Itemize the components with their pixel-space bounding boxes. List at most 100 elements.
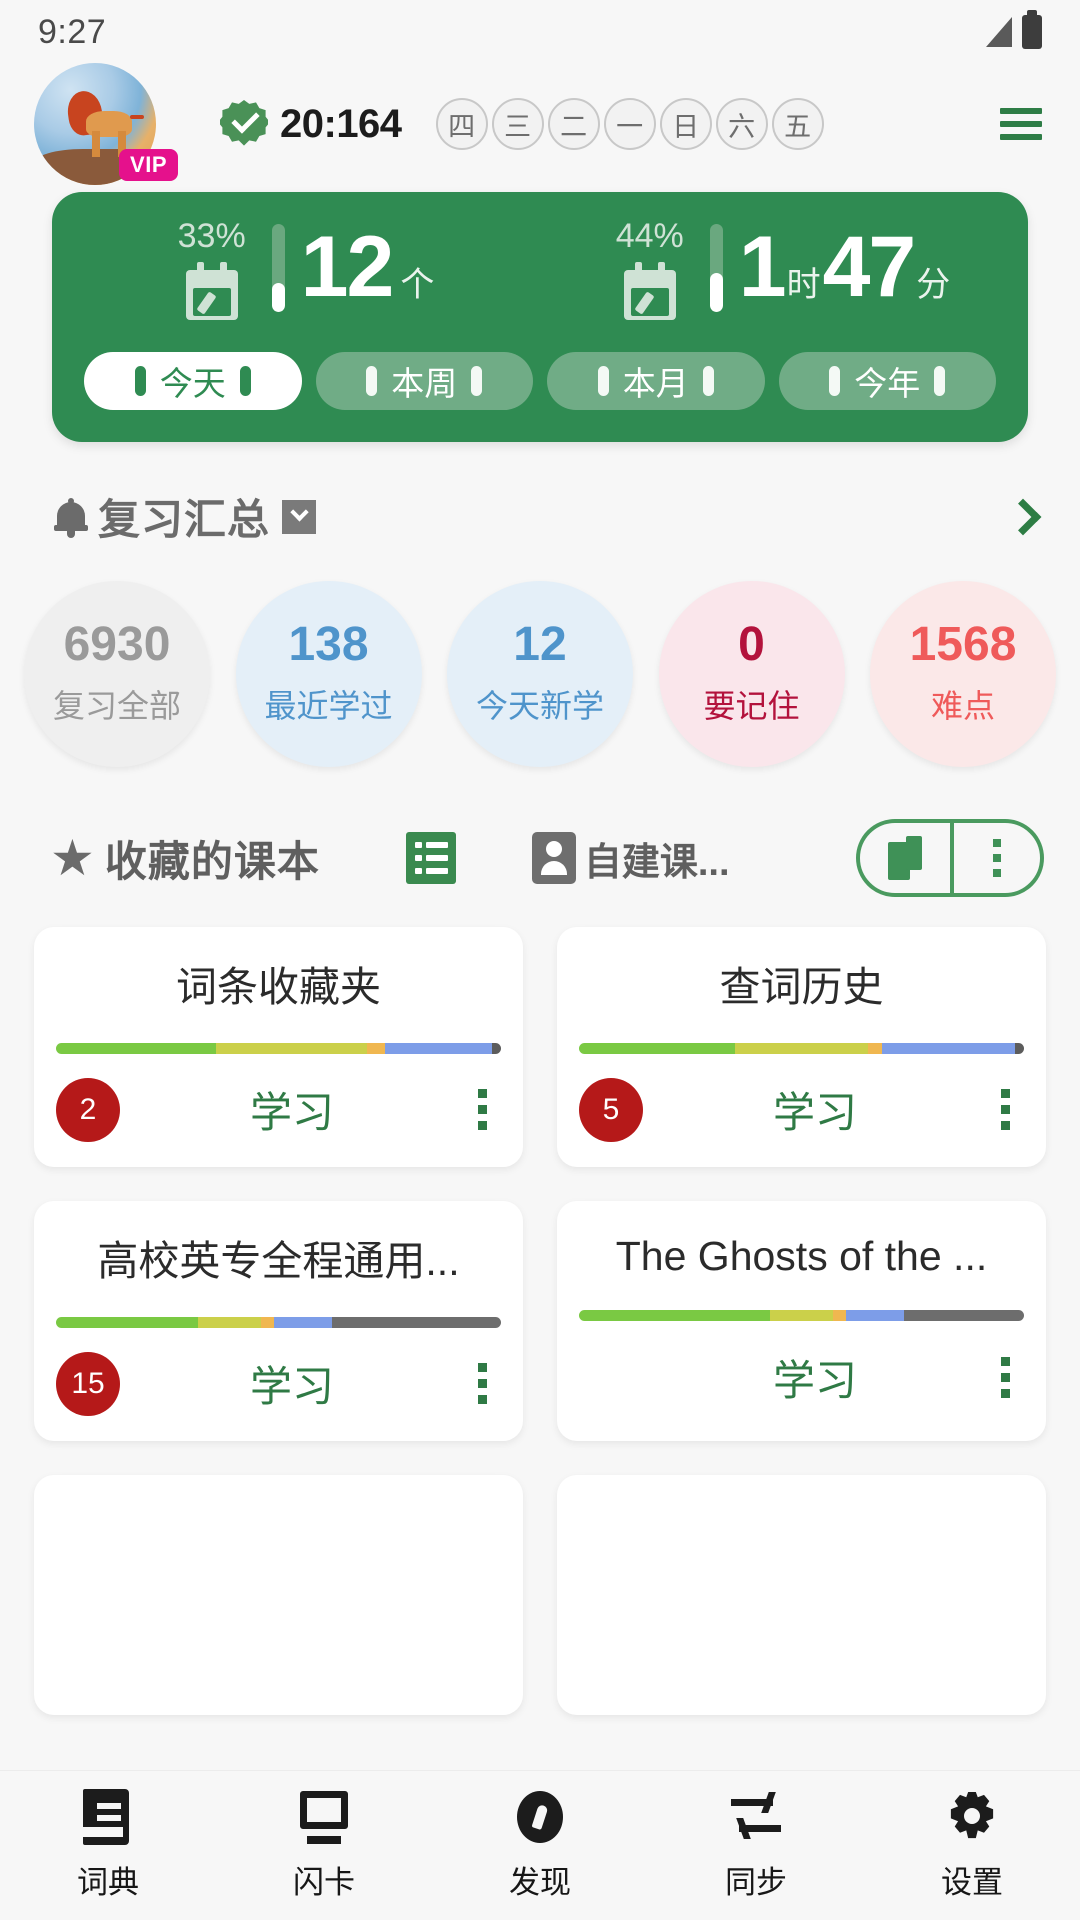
weekday-2[interactable]: 二 bbox=[548, 98, 600, 150]
nav-tab-sync-label: 同步 bbox=[725, 1857, 787, 1902]
review-circle-all[interactable]: 6930 复习全部 bbox=[24, 581, 210, 767]
review-summary-header[interactable]: 复习汇总 bbox=[0, 442, 1080, 547]
vip-badge[interactable]: VIP bbox=[119, 149, 178, 181]
more-vertical-icon[interactable] bbox=[987, 1349, 1024, 1406]
review-circle-recent[interactable]: 138 最近学过 bbox=[236, 581, 422, 767]
status-bar: 9:27 bbox=[0, 0, 1080, 64]
statistics-card: 33% 12 个 44% bbox=[52, 192, 1028, 442]
stat-percent-time: 44% bbox=[616, 217, 684, 256]
app-header: VIP 20:164 四 三 二 一 日 六 五 bbox=[0, 64, 1080, 184]
weekday-4[interactable]: 日 bbox=[660, 98, 712, 150]
nav-tab-dictionary[interactable]: 词典 bbox=[0, 1789, 216, 1902]
review-circle-memorize[interactable]: 0 要记住 bbox=[659, 581, 845, 767]
more-vertical-icon[interactable] bbox=[464, 1081, 501, 1138]
period-tab-year[interactable]: 今年 bbox=[779, 352, 997, 410]
weekday-3[interactable]: 一 bbox=[604, 98, 656, 150]
chevron-right-icon[interactable] bbox=[1005, 498, 1042, 535]
book-card-grid: 词条收藏夹 2 学习 查词历史 5 学习 高校英专全程通用... 15 学习 T… bbox=[0, 897, 1080, 1715]
progress-segment bbox=[579, 1043, 735, 1054]
nav-tab-settings[interactable]: 设置 bbox=[864, 1789, 1080, 1902]
progress-segment bbox=[385, 1043, 492, 1054]
books-more-button[interactable] bbox=[950, 823, 1040, 893]
hamburger-menu-icon[interactable] bbox=[992, 100, 1050, 148]
study-button[interactable]: 学习 bbox=[643, 1079, 987, 1140]
book-progress-bar bbox=[579, 1043, 1024, 1054]
stat-left-words: 33% bbox=[168, 217, 256, 320]
nav-tab-discover[interactable]: 发现 bbox=[432, 1789, 648, 1902]
book-card-title: 查词历史 bbox=[579, 953, 1024, 1013]
stat-hours-unit: 时 bbox=[787, 257, 821, 306]
gear-icon bbox=[945, 1789, 999, 1845]
self-made-books-label[interactable]: 自建课... bbox=[584, 831, 730, 886]
star-icon: ★ bbox=[50, 833, 95, 883]
nav-tab-sync[interactable]: 同步 bbox=[648, 1789, 864, 1902]
more-vertical-icon[interactable] bbox=[464, 1355, 501, 1412]
review-circle-difficult-number: 1568 bbox=[910, 621, 1017, 669]
period-segmented-control[interactable]: 今天 本周 本月 今年 bbox=[62, 344, 1018, 418]
review-circle-today-new-label: 今天新学 bbox=[476, 681, 604, 727]
book-card[interactable]: 高校英专全程通用... 15 学习 bbox=[34, 1201, 523, 1441]
book-card-footer: 2 学习 bbox=[56, 1078, 501, 1142]
book-card-partial[interactable] bbox=[557, 1475, 1046, 1715]
streak-counter[interactable]: 20:164 bbox=[220, 100, 402, 148]
stat-left-time: 44% bbox=[606, 217, 694, 320]
period-tab-today[interactable]: 今天 bbox=[84, 352, 302, 410]
segment-marker-left bbox=[366, 366, 377, 396]
book-badge-count[interactable]: 5 bbox=[579, 1078, 643, 1142]
bottom-navigation: 词典 闪卡 发现 同步 设置 bbox=[0, 1770, 1080, 1920]
review-circle-all-label: 复习全部 bbox=[53, 681, 181, 727]
verified-badge-icon bbox=[220, 100, 268, 148]
progress-segment bbox=[833, 1310, 846, 1321]
progress-bar-time-fill bbox=[710, 273, 723, 312]
weekday-5[interactable]: 六 bbox=[716, 98, 768, 150]
book-badge-count[interactable]: 15 bbox=[56, 1352, 120, 1416]
copy-button[interactable] bbox=[860, 823, 950, 893]
books-section-title: 收藏的课本 bbox=[105, 828, 320, 889]
status-time: 9:27 bbox=[38, 13, 106, 52]
stat-words-learned[interactable]: 33% 12 个 bbox=[62, 192, 540, 344]
period-tab-week[interactable]: 本周 bbox=[316, 352, 534, 410]
progress-bar-time bbox=[710, 224, 723, 312]
weekday-1[interactable]: 三 bbox=[492, 98, 544, 150]
nav-tab-flashcard[interactable]: 闪卡 bbox=[216, 1789, 432, 1902]
period-tab-month[interactable]: 本月 bbox=[547, 352, 765, 410]
stat-time-spent[interactable]: 44% 1 时 47 分 bbox=[540, 192, 1018, 344]
avatar[interactable]: VIP bbox=[34, 63, 156, 185]
avatar-leg-left bbox=[92, 131, 100, 157]
bell-icon bbox=[54, 498, 88, 536]
weekday-strip[interactable]: 四 三 二 一 日 六 五 bbox=[436, 98, 824, 150]
review-circle-difficult[interactable]: 1568 难点 bbox=[870, 581, 1056, 767]
book-badge-placeholder bbox=[579, 1345, 643, 1409]
chevron-down-icon[interactable] bbox=[282, 500, 316, 534]
book-card[interactable]: The Ghosts of the ... 学习 bbox=[557, 1201, 1046, 1441]
book-card-partial[interactable] bbox=[34, 1475, 523, 1715]
study-button[interactable]: 学习 bbox=[120, 1079, 464, 1140]
stat-number-words: 12 bbox=[301, 231, 393, 304]
progress-segment bbox=[868, 1043, 881, 1054]
book-progress-bar bbox=[579, 1310, 1024, 1321]
progress-bar-words-fill bbox=[272, 283, 285, 312]
stat-minutes: 47 bbox=[823, 231, 915, 304]
book-badge-count[interactable]: 2 bbox=[56, 1078, 120, 1142]
list-view-icon[interactable] bbox=[406, 832, 456, 884]
period-tab-today-label: 今天 bbox=[160, 357, 226, 405]
book-card[interactable]: 词条收藏夹 2 学习 bbox=[34, 927, 523, 1167]
segment-marker-left bbox=[598, 366, 609, 396]
weekday-6[interactable]: 五 bbox=[772, 98, 824, 150]
more-vertical-icon[interactable] bbox=[987, 1081, 1024, 1138]
study-button[interactable]: 学习 bbox=[643, 1347, 987, 1408]
weekday-0[interactable]: 四 bbox=[436, 98, 488, 150]
progress-segment bbox=[846, 1310, 904, 1321]
book-card-footer: 5 学习 bbox=[579, 1078, 1024, 1142]
review-circle-today-new[interactable]: 12 今天新学 bbox=[447, 581, 633, 767]
segment-marker-left bbox=[135, 366, 146, 396]
statistics-row: 33% 12 个 44% bbox=[62, 192, 1018, 344]
progress-segment bbox=[274, 1317, 332, 1328]
segment-marker-right bbox=[240, 366, 251, 396]
progress-segment bbox=[735, 1043, 869, 1054]
study-button[interactable]: 学习 bbox=[120, 1353, 464, 1414]
book-card-title: 高校英专全程通用... bbox=[56, 1227, 501, 1287]
progress-segment bbox=[367, 1043, 385, 1054]
person-card-icon[interactable] bbox=[532, 832, 576, 884]
book-card[interactable]: 查词历史 5 学习 bbox=[557, 927, 1046, 1167]
